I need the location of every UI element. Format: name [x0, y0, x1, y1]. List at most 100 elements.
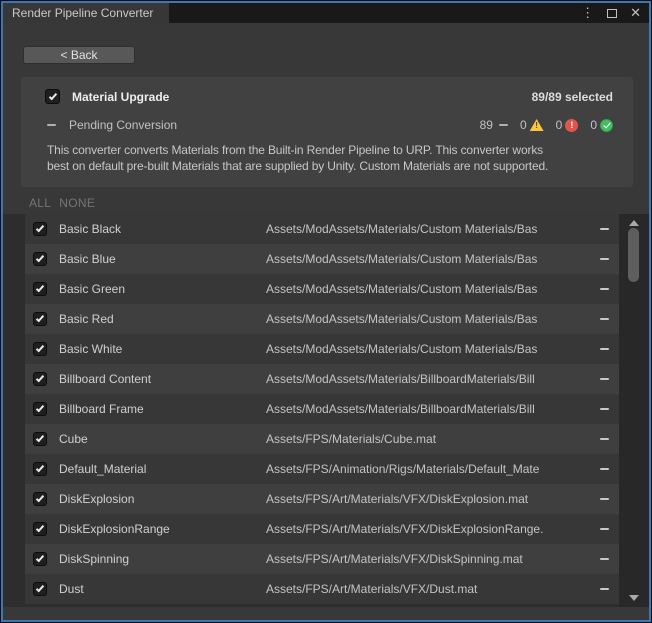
list-row[interactable]: Basic White Assets/ModAssets/Materials/C… [25, 334, 619, 364]
selection-controls: ALL NONE [29, 196, 95, 210]
select-none-button[interactable]: NONE [59, 196, 95, 210]
warning-icon: ! [530, 119, 544, 131]
row-name: Basic Black [59, 222, 266, 236]
title-bar: Render Pipeline Converter ⋮ ✕ [3, 3, 649, 23]
list-row[interactable]: Default_Material Assets/FPS/Animation/Ri… [25, 454, 619, 484]
checkmark-icon [36, 554, 44, 563]
row-name: Dust [59, 582, 266, 596]
list-row[interactable]: Basic Blue Assets/ModAssets/Materials/Cu… [25, 244, 619, 274]
row-path: Assets/ModAssets/Materials/Custom Materi… [266, 312, 592, 326]
close-icon[interactable]: ✕ [630, 3, 641, 23]
row-path: Assets/ModAssets/Materials/BillboardMate… [266, 402, 592, 416]
row-status-dash-icon [600, 558, 609, 560]
row-path: Assets/ModAssets/Materials/Custom Materi… [266, 252, 592, 266]
checkmark-icon [36, 584, 44, 593]
row-status-dash-icon [600, 498, 609, 500]
row-status-dash-icon [600, 378, 609, 380]
converter-checkbox[interactable] [45, 89, 60, 104]
row-path: Assets/FPS/Art/Materials/VFX/DiskExplosi… [266, 492, 592, 506]
row-checkbox[interactable] [33, 462, 47, 476]
row-checkbox[interactable] [33, 402, 47, 416]
converter-header: Material Upgrade 89/89 selected [45, 89, 613, 104]
list-row[interactable]: Billboard Frame Assets/ModAssets/Materia… [25, 394, 619, 424]
list-row[interactable]: Cube Assets/FPS/Materials/Cube.mat [25, 424, 619, 454]
checkmark-icon [36, 254, 44, 263]
row-path: Assets/FPS/Art/Materials/VFX/DiskSpinnin… [266, 552, 592, 566]
window-tab[interactable]: Render Pipeline Converter [3, 3, 169, 23]
list-row[interactable]: DiskExplosionRange Assets/FPS/Art/Materi… [25, 514, 619, 544]
list-row[interactable]: Basic Red Assets/ModAssets/Materials/Cus… [25, 304, 619, 334]
select-all-button[interactable]: ALL [29, 196, 51, 210]
scrollbar-thumb[interactable] [628, 228, 639, 282]
row-name: Basic Red [59, 312, 266, 326]
selected-count: 89/89 selected [532, 90, 613, 104]
row-checkbox[interactable] [33, 342, 47, 356]
checkmark-icon [603, 120, 611, 128]
materials-list: Basic Black Assets/ModAssets/Materials/C… [3, 214, 649, 607]
row-path: Assets/FPS/Art/Materials/VFX/Dust.mat [266, 582, 592, 596]
row-status-dash-icon [600, 288, 609, 290]
dash-icon [47, 124, 56, 126]
row-status-dash-icon [600, 228, 609, 230]
row-status-dash-icon [600, 528, 609, 530]
row-status-dash-icon [600, 258, 609, 260]
row-name: Billboard Content [59, 372, 266, 386]
success-count: 0 [590, 118, 597, 132]
converter-panel: Material Upgrade 89/89 selected Pending … [21, 77, 633, 187]
row-checkbox[interactable] [33, 252, 47, 266]
row-name: Default_Material [59, 462, 266, 476]
row-name: DiskExplosion [59, 492, 266, 506]
checkmark-icon [36, 344, 44, 353]
scroll-down-icon[interactable] [629, 595, 639, 601]
row-path: Assets/FPS/Art/Materials/VFX/DiskExplosi… [266, 522, 592, 536]
row-name: Cube [59, 432, 266, 446]
converter-title: Material Upgrade [72, 90, 169, 104]
row-checkbox[interactable] [33, 552, 47, 566]
row-checkbox[interactable] [33, 372, 47, 386]
warning-count: 0 [520, 118, 527, 132]
row-checkbox[interactable] [33, 582, 47, 596]
warning-count-group: 0 ! [520, 118, 544, 132]
success-count-group: 0 [590, 118, 613, 132]
row-name: DiskExplosionRange [59, 522, 266, 536]
checkmark-icon [48, 91, 56, 100]
scroll-up-icon[interactable] [629, 220, 639, 226]
error-icon: ! [565, 119, 578, 132]
pending-count: 89 [480, 118, 493, 132]
checkmark-icon [36, 434, 44, 443]
checkmark-icon [36, 404, 44, 413]
list-row[interactable]: DiskExplosion Assets/FPS/Art/Materials/V… [25, 484, 619, 514]
row-checkbox[interactable] [33, 222, 47, 236]
checkmark-icon [36, 224, 44, 233]
row-path: Assets/ModAssets/Materials/Custom Materi… [266, 342, 592, 356]
row-name: Basic Green [59, 282, 266, 296]
checkmark-icon [36, 494, 44, 503]
row-checkbox[interactable] [33, 282, 47, 296]
back-button[interactable]: < Back [23, 46, 135, 64]
list-row[interactable]: Billboard Content Assets/ModAssets/Mater… [25, 364, 619, 394]
list-row[interactable]: Dust Assets/FPS/Art/Materials/VFX/Dust.m… [25, 574, 619, 604]
row-name: DiskSpinning [59, 552, 266, 566]
error-count: 0 [556, 118, 563, 132]
row-name: Billboard Frame [59, 402, 266, 416]
row-checkbox[interactable] [33, 432, 47, 446]
window-controls: ⋮ ✕ [581, 3, 641, 23]
row-checkbox[interactable] [33, 312, 47, 326]
list-rows: Basic Black Assets/ModAssets/Materials/C… [25, 214, 619, 604]
list-row[interactable]: Basic Green Assets/ModAssets/Materials/C… [25, 274, 619, 304]
list-row[interactable]: Basic Black Assets/ModAssets/Materials/C… [25, 214, 619, 244]
checkmark-icon [36, 524, 44, 533]
maximize-icon[interactable] [607, 9, 617, 18]
row-path: Assets/ModAssets/Materials/BillboardMate… [266, 372, 592, 386]
list-row[interactable]: DiskSpinning Assets/FPS/Art/Materials/VF… [25, 544, 619, 574]
row-checkbox[interactable] [33, 492, 47, 506]
row-path: Assets/ModAssets/Materials/Custom Materi… [266, 222, 592, 236]
success-icon [600, 119, 613, 132]
row-path: Assets/FPS/Animation/Rigs/Materials/Defa… [266, 462, 592, 476]
row-checkbox[interactable] [33, 522, 47, 536]
vertical-scrollbar[interactable] [619, 214, 649, 607]
row-status-dash-icon [600, 408, 609, 410]
row-status-dash-icon [600, 468, 609, 470]
description-line-2: best on default pre-built Materials that… [47, 159, 629, 175]
kebab-menu-icon[interactable]: ⋮ [581, 3, 594, 23]
